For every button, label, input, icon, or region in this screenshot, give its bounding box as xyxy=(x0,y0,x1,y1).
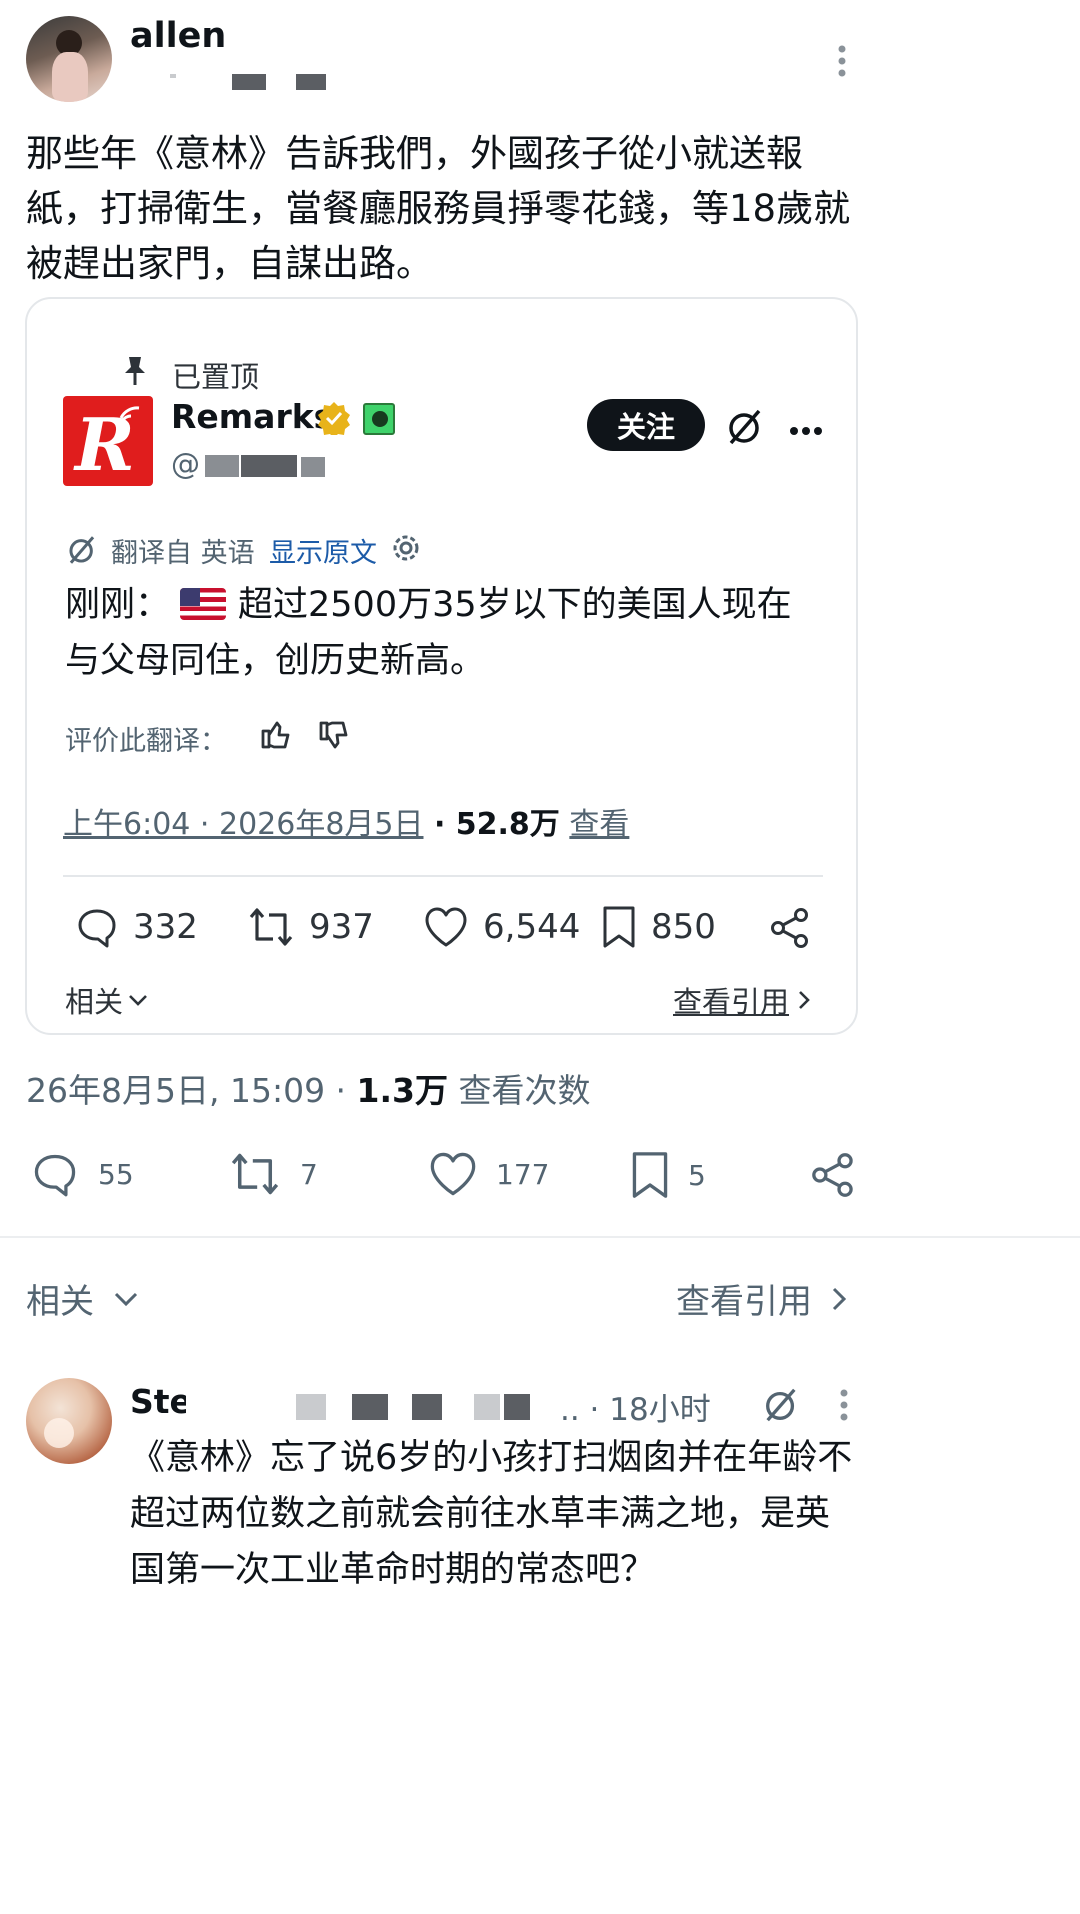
repost-count: 7 xyxy=(300,1157,318,1191)
divider xyxy=(0,1236,1080,1238)
quoted-repost-button[interactable]: 937 xyxy=(247,905,374,949)
more-vertical-icon[interactable] xyxy=(836,44,848,78)
like-count: 177 xyxy=(496,1157,550,1191)
pinned-label: 已置顶 xyxy=(172,360,260,394)
reply-avatar[interactable] xyxy=(26,1378,112,1464)
verified-badge-icon xyxy=(317,401,351,439)
quoted-view-quotes-label: 查看引用 xyxy=(673,985,790,1019)
redacted-handle xyxy=(504,1394,530,1420)
view-quotes-label: 查看引用 xyxy=(676,1282,812,1322)
rate-translation-label: 评价此翻译： xyxy=(65,726,227,757)
remarks-logo[interactable]: R xyxy=(63,396,153,486)
us-flag-icon xyxy=(180,588,227,620)
grok-slash-icon[interactable] xyxy=(762,1386,800,1428)
author-name[interactable]: allen xyxy=(130,16,226,56)
heart-icon xyxy=(430,1152,476,1196)
chevron-right-icon xyxy=(832,1287,847,1310)
reply-icon xyxy=(78,909,116,948)
related-label: 相关 xyxy=(26,1282,94,1322)
redacted-handle xyxy=(186,1386,200,1422)
redacted-handle xyxy=(232,74,266,90)
reply-count: 55 xyxy=(98,1157,134,1191)
quoted-reply-count: 332 xyxy=(133,907,198,947)
share-icon xyxy=(812,1153,853,1197)
repost-icon xyxy=(249,908,293,946)
share-icon xyxy=(771,908,808,948)
redacted-handle xyxy=(301,457,325,477)
quoted-repost-count: 937 xyxy=(309,907,374,947)
quoted-author-handle[interactable]: @ xyxy=(171,447,200,481)
quoted-views: · 52.8万 xyxy=(423,807,560,842)
translated-from-label: 翻译自 英语 xyxy=(111,538,255,569)
redacted-handle xyxy=(296,74,326,90)
grok-icon xyxy=(363,403,395,435)
heart-icon xyxy=(425,907,467,947)
chevron-down-icon xyxy=(129,995,147,1006)
author-avatar[interactable] xyxy=(26,16,112,102)
settings-gear-icon[interactable] xyxy=(389,531,423,569)
redacted-handle xyxy=(412,1394,442,1420)
quoted-bookmark-button[interactable]: 850 xyxy=(601,905,716,949)
quoted-related-dropdown[interactable]: 相关 xyxy=(65,979,149,1021)
bookmark-icon xyxy=(632,1152,668,1198)
grok-slash-icon[interactable] xyxy=(725,407,765,451)
quoted-text-body: 超过2500万35岁以下的美国人现在与父母同住，创历史新高。 xyxy=(65,585,792,681)
post-views-label: 查看次数 xyxy=(448,1071,591,1110)
show-original-link[interactable]: 显示原文 xyxy=(269,531,377,570)
share-button[interactable] xyxy=(810,1152,856,1202)
redacted-handle xyxy=(296,1394,326,1420)
redacted-handle xyxy=(241,455,297,477)
quoted-timestamp-row: 上午6:04 · 2026年8月5日 · 52.8万 查看 xyxy=(63,799,629,843)
post-text: 那些年《意林》告訴我們，外國孩子從小就送報紙，打掃衛生，當餐廳服務員掙零花錢，等… xyxy=(26,132,851,285)
more-vertical-icon[interactable] xyxy=(838,1388,850,1422)
quoted-timestamp[interactable]: 上午6:04 · 2026年8月5日 xyxy=(63,807,424,842)
redacted-handle xyxy=(352,1394,388,1420)
chevron-right-icon xyxy=(799,991,810,1009)
redacted-handle xyxy=(170,74,176,78)
repost-icon xyxy=(231,1153,279,1195)
grok-translate-icon xyxy=(65,533,99,571)
quoted-tweet-card[interactable]: 已置顶 R Remarks @ 关注 翻译自 英语 显示原文 刚刚： 超过2500… xyxy=(25,297,858,1035)
post-time[interactable]: 26年8月5日, 15:09 · xyxy=(26,1071,357,1110)
post-views: 1.3万 xyxy=(356,1071,449,1110)
redacted-handle xyxy=(474,1394,500,1420)
reply-author-name[interactable]: Ste xyxy=(130,1382,192,1421)
thumbs-down-icon[interactable] xyxy=(317,719,351,757)
quoted-tweet-text: 刚刚： 超过2500万35岁以下的美国人现在与父母同住，创历史新高。 xyxy=(65,577,825,689)
bookmark-button[interactable]: 5 xyxy=(630,1150,706,1200)
like-button[interactable]: 177 xyxy=(428,1150,549,1198)
quoted-reply-button[interactable]: 332 xyxy=(75,905,198,949)
repost-button[interactable]: 7 xyxy=(228,1150,318,1198)
reply-button[interactable]: 55 xyxy=(30,1150,134,1198)
quoted-views-label[interactable]: 查看 xyxy=(569,807,629,842)
pin-icon xyxy=(121,355,149,391)
reply-icon xyxy=(34,1154,76,1197)
thumbs-up-icon[interactable] xyxy=(259,717,293,755)
quoted-bookmark-count: 850 xyxy=(651,907,716,947)
post-meta: 26年8月5日, 15:09 · 1.3万 查看次数 xyxy=(26,1064,591,1112)
quoted-related-label: 相关 xyxy=(65,985,124,1019)
redacted-handle xyxy=(205,455,239,477)
view-quotes-link[interactable]: 查看引用 xyxy=(676,1274,848,1323)
reply-time[interactable]: .. · 18小时 xyxy=(560,1384,711,1429)
quoted-like-button[interactable]: 6,544 xyxy=(423,905,580,949)
bookmark-count: 5 xyxy=(688,1158,706,1192)
reply-text: 《意林》忘了说6岁的小孩打扫烟囱并在年龄不超过两位数之前就会前往水草丰满之地，是… xyxy=(130,1438,853,1590)
bookmark-icon xyxy=(603,906,635,948)
quoted-share-button[interactable] xyxy=(769,907,811,953)
related-dropdown[interactable]: 相关 xyxy=(26,1274,140,1323)
quoted-view-quotes-link[interactable]: 查看引用 xyxy=(673,979,811,1021)
quoted-text-prefix: 刚刚： xyxy=(65,585,171,625)
quoted-author-name[interactable]: Remarks xyxy=(171,397,333,436)
more-horizontal-icon[interactable] xyxy=(789,421,823,440)
follow-button[interactable]: 关注 xyxy=(587,399,705,451)
divider xyxy=(63,875,823,877)
chevron-down-icon xyxy=(114,1292,138,1306)
quoted-like-count: 6,544 xyxy=(483,907,581,947)
